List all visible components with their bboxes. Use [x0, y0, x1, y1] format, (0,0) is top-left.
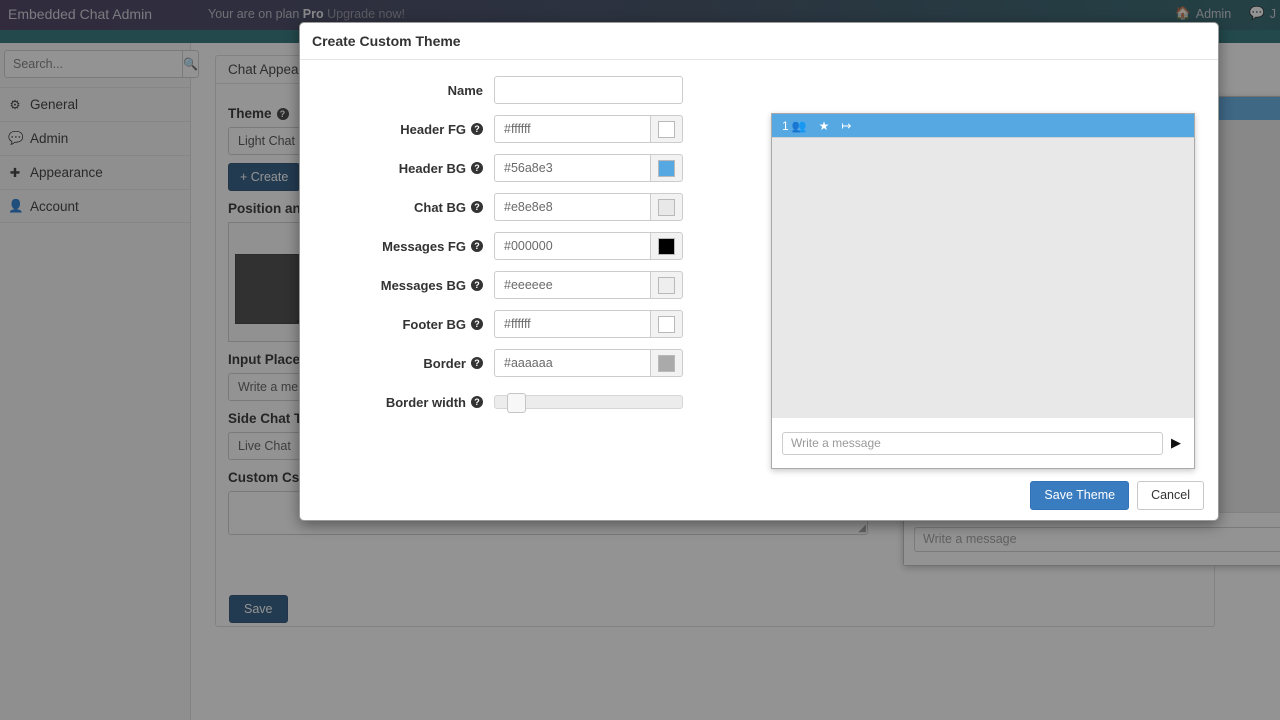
footer-bg-swatch-button[interactable]	[650, 310, 683, 338]
border-control: #aaaaaa	[494, 349, 683, 377]
question-circle-icon[interactable]: ?	[471, 162, 483, 174]
preview-footer: Write a message ▶	[772, 418, 1194, 468]
preview-messages-area	[772, 137, 1194, 418]
chat-bg-input[interactable]: #e8e8e8	[494, 193, 650, 221]
border-swatch-button[interactable]	[650, 349, 683, 377]
messages-fg-input[interactable]: #000000	[494, 232, 650, 260]
sign-out-icon[interactable]: ↦	[841, 119, 851, 133]
question-circle-icon[interactable]: ?	[471, 396, 483, 408]
question-circle-icon[interactable]: ?	[471, 318, 483, 330]
footer-bg-label-text: Footer BG	[402, 317, 466, 332]
header-fg-swatch-button[interactable]	[650, 115, 683, 143]
field-row-chat-bg: Chat BG ? #e8e8e8	[300, 193, 700, 221]
messages-fg-control: #000000	[494, 232, 683, 260]
preview-header: 1 👥 ★ ↦	[772, 114, 1194, 137]
messages-bg-label: Messages BG ?	[300, 278, 494, 293]
color-swatch	[658, 316, 675, 333]
header-bg-label-text: Header BG	[399, 161, 466, 176]
color-swatch	[658, 199, 675, 216]
chat-bg-control: #e8e8e8	[494, 193, 683, 221]
border-input[interactable]: #aaaaaa	[494, 349, 650, 377]
messages-bg-control: #eeeeee	[494, 271, 683, 299]
question-circle-icon[interactable]: ?	[471, 279, 483, 291]
border-label-text: Border	[423, 356, 466, 371]
users-icon: 👥	[792, 119, 807, 133]
header-bg-control: #56a8e3	[494, 154, 683, 182]
modal-footer: Save Theme Cancel	[300, 470, 1218, 520]
color-swatch	[658, 355, 675, 372]
preview-user-count: 1	[782, 119, 789, 133]
question-circle-icon[interactable]: ?	[471, 240, 483, 252]
footer-bg-control: #ffffff	[494, 310, 683, 338]
modal-title: Create Custom Theme	[312, 33, 461, 49]
preview-message-input[interactable]: Write a message	[782, 432, 1163, 455]
chat-bg-swatch-button[interactable]	[650, 193, 683, 221]
modal-body: Name Header FG ? #ffffff	[300, 60, 1218, 472]
field-row-footer-bg: Footer BG ? #ffffff	[300, 310, 700, 338]
messages-bg-swatch-button[interactable]	[650, 271, 683, 299]
create-custom-theme-modal: Create Custom Theme Name Header FG ? #ff…	[299, 22, 1219, 521]
question-circle-icon[interactable]: ?	[471, 201, 483, 213]
color-swatch	[658, 121, 675, 138]
field-row-border-width: Border width ?	[300, 388, 700, 416]
field-row-header-bg: Header BG ? #56a8e3	[300, 154, 700, 182]
modal-header: Create Custom Theme	[300, 23, 1218, 60]
field-row-messages-fg: Messages FG ? #000000	[300, 232, 700, 260]
cancel-button[interactable]: Cancel	[1137, 481, 1204, 510]
field-row-border: Border ? #aaaaaa	[300, 349, 700, 377]
footer-bg-label: Footer BG ?	[300, 317, 494, 332]
question-circle-icon[interactable]: ?	[471, 123, 483, 135]
header-fg-control: #ffffff	[494, 115, 683, 143]
messages-fg-label-text: Messages FG	[382, 239, 466, 254]
header-fg-label-text: Header FG	[400, 122, 466, 137]
theme-preview-widget: 1 👥 ★ ↦ Write a message ▶	[771, 113, 1195, 469]
border-width-label: Border width ?	[300, 395, 494, 410]
messages-fg-label: Messages FG ?	[300, 239, 494, 254]
border-width-slider[interactable]	[494, 395, 683, 409]
save-theme-button[interactable]: Save Theme	[1030, 481, 1129, 510]
messages-bg-label-text: Messages BG	[381, 278, 466, 293]
chat-bg-label-text: Chat BG	[414, 200, 466, 215]
header-bg-input[interactable]: #56a8e3	[494, 154, 650, 182]
header-fg-input[interactable]: #ffffff	[494, 115, 650, 143]
chat-bg-label: Chat BG ?	[300, 200, 494, 215]
color-swatch	[658, 238, 675, 255]
field-row-messages-bg: Messages BG ? #eeeeee	[300, 271, 700, 299]
preview-user-count-group: 1 👥	[782, 119, 807, 133]
star-icon[interactable]: ★	[819, 119, 830, 133]
name-label: Name	[300, 83, 494, 98]
footer-bg-input[interactable]: #ffffff	[494, 310, 650, 338]
send-icon[interactable]: ▶	[1171, 435, 1184, 451]
field-row-name: Name	[300, 76, 700, 104]
name-label-text: Name	[448, 83, 483, 98]
header-bg-swatch-button[interactable]	[650, 154, 683, 182]
color-swatch	[658, 160, 675, 177]
header-fg-label: Header FG ?	[300, 122, 494, 137]
border-label: Border ?	[300, 356, 494, 371]
name-input[interactable]	[494, 76, 683, 104]
color-swatch	[658, 277, 675, 294]
slider-handle[interactable]	[507, 393, 526, 413]
field-row-header-fg: Header FG ? #ffffff	[300, 115, 700, 143]
header-bg-label: Header BG ?	[300, 161, 494, 176]
question-circle-icon[interactable]: ?	[471, 357, 483, 369]
messages-bg-input[interactable]: #eeeeee	[494, 271, 650, 299]
border-width-label-text: Border width	[386, 395, 466, 410]
theme-form: Name Header FG ? #ffffff	[300, 76, 700, 416]
name-control	[494, 76, 683, 104]
messages-fg-swatch-button[interactable]	[650, 232, 683, 260]
